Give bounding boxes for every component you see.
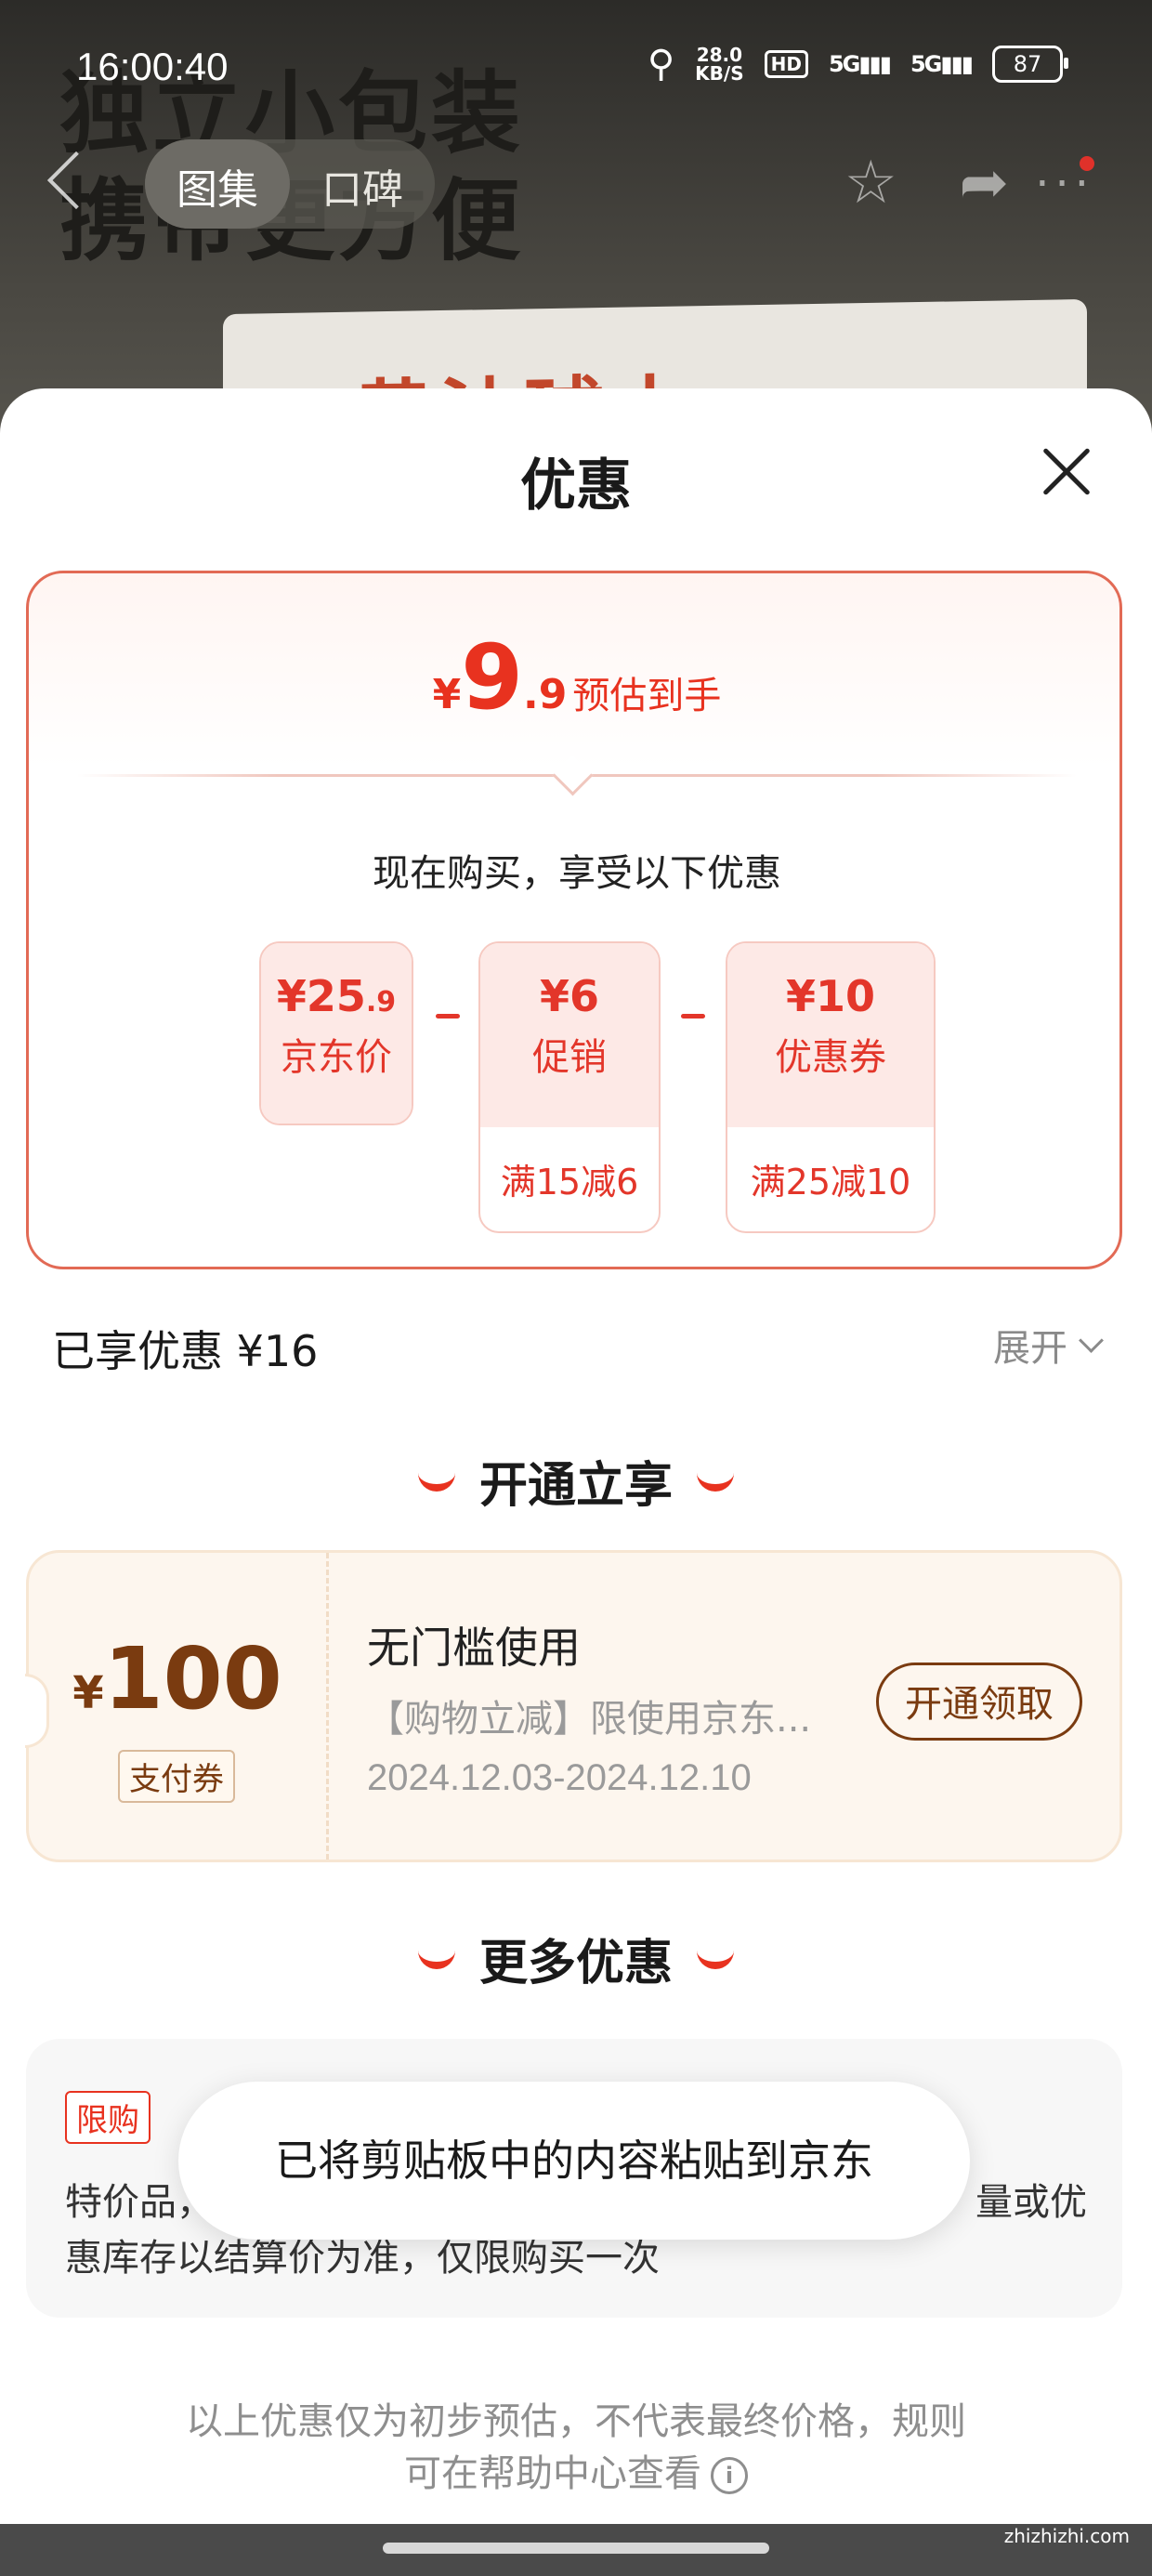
smile-icon [417, 1467, 455, 1492]
star-icon[interactable]: ☆ [844, 149, 897, 217]
home-indicator-bar [0, 2524, 1152, 2576]
section-more-offers: 更多优惠 [0, 1924, 1152, 1993]
jd-price-chip: ¥25.9 京东价 [259, 941, 413, 1125]
estimated-price: ¥9.9 预估到手 [432, 625, 722, 729]
minus-icon [436, 1014, 460, 1019]
tab-gallery[interactable]: 图集 [145, 139, 290, 229]
gallery-tabs: 图集 口碑 [145, 139, 435, 229]
buy-now-text: 现在购买，享受以下优惠 [373, 852, 781, 895]
coupon-amount: ¥100 [72, 1629, 282, 1728]
help-center-link[interactable]: 可在帮助中心查看 [404, 2452, 701, 2495]
location-icon: ⚲ [647, 43, 675, 85]
signal-icon-2: 5G▮▮▮ [910, 51, 974, 77]
hd-icon: HD [764, 50, 808, 78]
home-indicator[interactable] [383, 2543, 769, 2554]
status-time: 16:00:40 [76, 45, 229, 88]
saved-amount: 已享优惠 ¥16 [52, 1326, 319, 1376]
share-icon[interactable]: ➦ [959, 149, 1009, 217]
clipboard-toast: 已将剪贴板中的内容粘贴到京东 [178, 2082, 970, 2240]
smile-icon [697, 1467, 734, 1492]
estimated-price-card: ¥9.9 预估到手 现在购买，享受以下优惠 ¥25.9 京东价 ¥6 促销 满15… [26, 571, 1122, 1269]
signal-icon-1: 5G▮▮▮ [828, 51, 892, 77]
back-icon[interactable] [46, 151, 106, 210]
chevron-down-icon [1079, 1327, 1104, 1353]
info-icon[interactable]: i [711, 2457, 748, 2494]
net-speed: 28.0 KB/S [695, 44, 744, 85]
battery-icon: 87 [992, 46, 1068, 83]
top-nav: 图集 口碑 ☆ ➦ ··· [0, 139, 1152, 232]
open-claim-button[interactable]: 开通领取 [876, 1663, 1082, 1741]
tab-reviews[interactable]: 口碑 [290, 139, 435, 229]
payment-coupon-card: ¥100 支付券 无门槛使用 【购物立减】限使用京东... 2024.12.03… [25, 1550, 1122, 1862]
coupon-description: 【购物立减】限使用京东... [367, 1698, 812, 1741]
expand-button[interactable]: 展开 [993, 1318, 1104, 1372]
minus-icon [681, 1014, 705, 1019]
smile-icon [417, 1945, 455, 1969]
discount-sheet: 优惠 ¥9.9 预估到手 现在购买，享受以下优惠 ¥25.9 京东价 ¥6 促销 … [0, 388, 1152, 2576]
divider-notch [552, 755, 594, 796]
notification-dot [1080, 156, 1094, 171]
promotion-chip: ¥6 促销 满15减6 [478, 941, 661, 1233]
coupon-title: 无门槛使用 [367, 1623, 581, 1673]
close-icon[interactable] [1039, 444, 1094, 500]
limit-badge: 限购 [65, 2091, 151, 2144]
coupon-validity: 2024.12.03-2024.12.10 [367, 1757, 752, 1798]
sheet-title: 优惠 [520, 453, 632, 519]
smile-icon [697, 1945, 734, 1969]
status-bar: 16:00:40 ⚲ 28.0 KB/S HD 5G▮▮▮ 5G▮▮▮ 87 [0, 37, 1152, 102]
watermark: 值值值 zhizhizhi.com [1003, 2486, 1130, 2547]
coupon-type-badge: 支付券 [118, 1750, 235, 1803]
section-open-enjoy: 开通立享 [0, 1446, 1152, 1516]
disclaimer: 以上优惠仅为初步预估，不代表最终价格，规则 可在帮助中心查看 i [186, 2400, 966, 2495]
coupon-chip: ¥10 优惠券 满25减10 [726, 941, 936, 1233]
